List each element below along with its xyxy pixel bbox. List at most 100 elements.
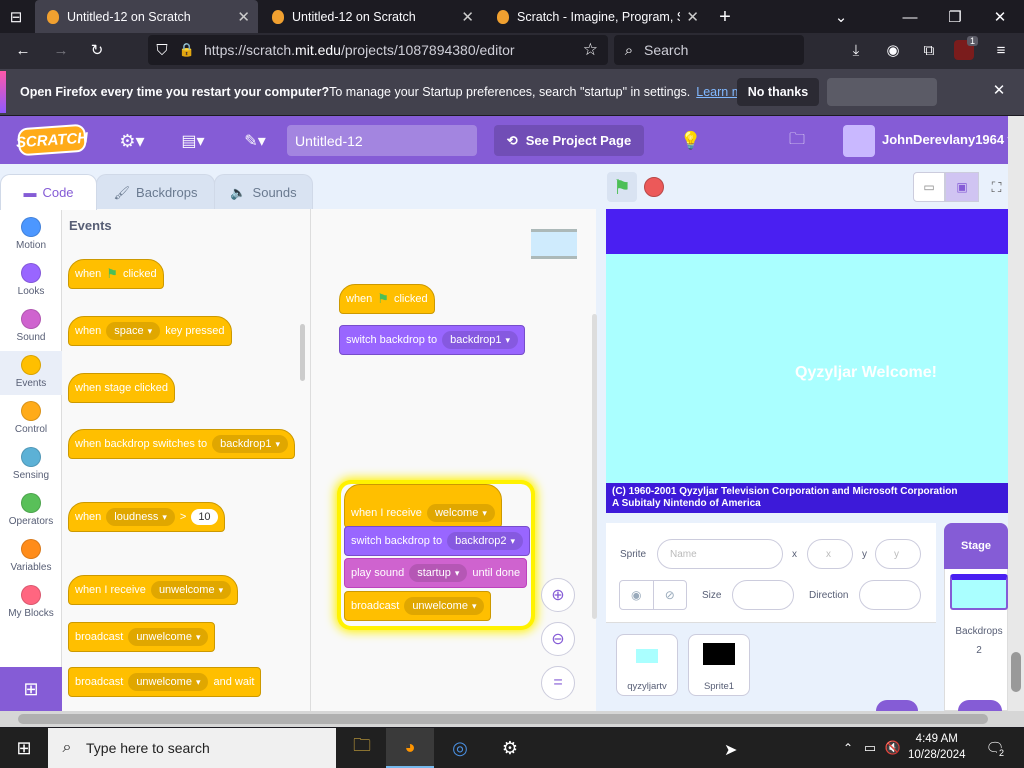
block-when-flag-clicked[interactable]: when ⚑ clicked xyxy=(68,259,164,289)
volume-muted-icon[interactable]: 🔇 xyxy=(882,728,904,768)
account-icon[interactable]: ◉ xyxy=(882,40,904,60)
add-extension-button[interactable]: ⊞ xyxy=(0,667,62,711)
vscroll-thumb[interactable] xyxy=(1011,652,1021,692)
category-control[interactable]: Control xyxy=(0,401,62,435)
url-bar[interactable]: ⛉ 🔒 https://scratch. mit.edu/projects/108… xyxy=(148,35,608,65)
forward-icon[interactable]: → xyxy=(50,40,72,60)
script-when-flag-clicked[interactable]: when ⚑ clicked xyxy=(339,284,435,314)
username[interactable]: JohnDerevlany1964 ▾ xyxy=(882,132,1014,148)
minimize-icon[interactable]: — xyxy=(900,7,920,27)
script-switch-backdrop[interactable]: switch backdrop to backdrop1 xyxy=(339,325,526,355)
search-bar[interactable]: ⌕ Search xyxy=(614,35,804,65)
downloads-icon[interactable]: ⤓ xyxy=(845,40,867,60)
add-backdrop-button[interactable] xyxy=(958,700,1002,711)
tab-3[interactable]: Scratch - Imagine, Program, Sha ✕ xyxy=(485,0,707,33)
tab-backdrops[interactable]: 🖌 Backdrops xyxy=(96,174,215,210)
fullscreen-button[interactable]: ⛶ xyxy=(985,172,1008,202)
notification-action-button[interactable] xyxy=(827,78,937,106)
category-events[interactable]: Events xyxy=(0,351,62,395)
size-input[interactable] xyxy=(732,580,794,610)
avatar[interactable] xyxy=(843,125,875,157)
sound-dropdown[interactable]: startup xyxy=(409,564,468,582)
project-title-input[interactable]: Untitled-12 xyxy=(287,125,477,156)
block-when-stage-clicked[interactable]: when stage clicked xyxy=(68,373,175,403)
sprite-tile-qyzyljartv[interactable]: qyzyljartv xyxy=(616,634,678,696)
backdrop-dropdown[interactable]: backdrop2 xyxy=(447,532,524,550)
script-play-sound[interactable]: play soundstartupuntil done xyxy=(344,558,528,588)
script-broadcast[interactable]: broadcast unwelcome xyxy=(344,591,492,621)
block-broadcast-and-wait[interactable]: broadcastunwelcomeand wait xyxy=(68,667,262,697)
message-dropdown[interactable]: welcome xyxy=(426,504,495,522)
tab-code[interactable]: ▬ Code xyxy=(0,174,97,210)
taskbar-search[interactable]: ⌕ Type here to search xyxy=(48,728,336,768)
extensions-icon[interactable]: ⧉ xyxy=(918,40,940,60)
category-sound[interactable]: Sound xyxy=(0,309,62,343)
sprite-name-input[interactable]: Name xyxy=(657,539,783,569)
message-dropdown[interactable]: unwelcome xyxy=(128,673,209,691)
bookmark-star-icon[interactable]: ☆ xyxy=(583,40,598,60)
block-when-backdrop-switches[interactable]: when backdrop switches to backdrop1 xyxy=(68,429,295,459)
chrome-icon[interactable]: ◎ xyxy=(436,728,484,768)
theme-lightbulb-icon[interactable]: 💡 xyxy=(680,131,702,151)
hscroll-thumb[interactable] xyxy=(18,714,988,724)
show-hidden-icons-icon[interactable]: ⌃ xyxy=(838,728,858,768)
tab-list-icon[interactable]: ⊟ xyxy=(6,8,26,26)
y-input[interactable]: y xyxy=(875,539,921,569)
see-project-page-button[interactable]: ⟲ See Project Page xyxy=(494,125,644,156)
stage-canvas[interactable] xyxy=(606,209,1008,513)
notifications-icon[interactable]: 🗨 2 xyxy=(980,728,1010,768)
category-operators[interactable]: Operators xyxy=(0,493,62,527)
key-dropdown[interactable]: space xyxy=(106,322,161,340)
settings-gear-icon[interactable]: ⚙▾ xyxy=(117,130,147,152)
no-thanks-button[interactable]: No thanks xyxy=(737,78,819,106)
menu-icon[interactable]: ≡ xyxy=(990,40,1012,60)
file-menu-icon[interactable]: ▤▾ xyxy=(178,130,208,152)
block-when-i-receive[interactable]: when I receive unwelcome xyxy=(68,575,239,605)
close-tab-icon[interactable]: ✕ xyxy=(686,8,699,26)
script-scrollbar[interactable] xyxy=(592,314,597,619)
zoom-reset-button[interactable]: = xyxy=(541,666,575,700)
message-dropdown[interactable]: unwelcome xyxy=(128,628,209,646)
shield-icon[interactable]: ⛉ xyxy=(148,42,176,59)
close-notification-icon[interactable]: ✕ xyxy=(990,81,1008,99)
large-stage-button[interactable]: ▣ xyxy=(945,172,979,202)
green-flag-button[interactable]: ⚑ xyxy=(607,172,637,202)
new-tab-icon[interactable]: + xyxy=(714,6,736,28)
message-dropdown[interactable]: unwelcome xyxy=(150,581,232,599)
lock-icon[interactable]: 🔒 xyxy=(176,42,198,58)
message-dropdown[interactable]: unwelcome xyxy=(404,597,485,615)
close-window-icon[interactable]: ✕ xyxy=(990,7,1010,27)
edit-menu-icon[interactable]: ✎▾ xyxy=(240,130,270,152)
category-motion[interactable]: Motion xyxy=(0,217,62,251)
sprite-tile-sprite1[interactable]: Sprite1 xyxy=(688,634,750,696)
tab-2[interactable]: Untitled-12 on Scratch ✕ xyxy=(260,0,482,33)
ublock-extension-icon[interactable]: 1 xyxy=(954,36,978,60)
x-input[interactable]: x xyxy=(807,539,853,569)
block-when-key-pressed[interactable]: whenspacekey pressed xyxy=(68,316,232,346)
file-explorer-icon[interactable]: 🗀 xyxy=(338,728,386,768)
script-when-i-receive[interactable]: when I receive welcome xyxy=(344,484,502,528)
palette-scrollbar[interactable] xyxy=(300,324,305,381)
reload-icon[interactable]: ↻ xyxy=(86,40,108,60)
zoom-out-button[interactable]: ⊖ xyxy=(541,622,575,656)
scratch-logo[interactable]: SCRATCH xyxy=(15,123,89,157)
category-variables[interactable]: Variables xyxy=(0,539,62,573)
tab-sounds[interactable]: 🔈 Sounds xyxy=(214,174,313,210)
hide-eye-icon[interactable]: ⊘ xyxy=(652,581,687,609)
page-vertical-scrollbar[interactable] xyxy=(1008,116,1024,711)
add-sprite-button[interactable] xyxy=(876,700,918,711)
zoom-in-button[interactable]: ⊕ xyxy=(541,578,575,612)
settings-gear-icon[interactable]: ⚙ xyxy=(486,728,534,768)
category-my-blocks[interactable]: My Blocks xyxy=(0,585,62,619)
firefox-icon[interactable]: ◕ xyxy=(386,728,434,768)
loudness-dropdown[interactable]: loudness xyxy=(106,508,175,526)
page-horizontal-scrollbar[interactable] xyxy=(0,711,1024,727)
block-broadcast[interactable]: broadcast unwelcome xyxy=(68,622,216,652)
direction-input[interactable] xyxy=(859,580,921,610)
show-eye-icon[interactable]: ◉ xyxy=(620,581,653,609)
stop-button[interactable] xyxy=(644,177,664,197)
restore-icon[interactable]: ❐ xyxy=(945,7,965,27)
category-looks[interactable]: Looks xyxy=(0,263,62,297)
windows-start-icon[interactable]: ⊞ xyxy=(0,728,48,768)
backdrop-dropdown[interactable]: backdrop1 xyxy=(212,435,288,453)
